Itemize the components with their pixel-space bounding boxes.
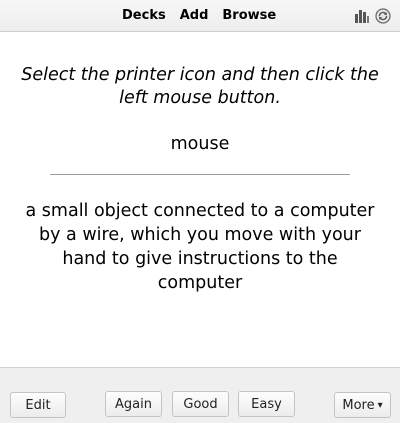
chevron-down-icon: ▾ [377, 399, 383, 411]
top-toolbar: Decks Add Browse [0, 0, 400, 32]
question-word: mouse [170, 134, 230, 154]
nav-browse[interactable]: Browse [222, 8, 276, 24]
stats-icon[interactable] [354, 8, 370, 24]
reviewer-window: Decks Add Browse Select the printer icon… [0, 0, 400, 423]
easy-button[interactable]: Easy [238, 391, 295, 417]
sync-icon[interactable] [375, 8, 391, 24]
card-view: Select the printer icon and then click t… [0, 33, 400, 367]
main-nav: Decks Add Browse [122, 8, 276, 24]
good-button[interactable]: Good [172, 391, 229, 417]
answer-text: a small object connected to a computer b… [25, 201, 375, 293]
nav-decks[interactable]: Decks [122, 8, 166, 24]
answer-divider [50, 174, 350, 175]
more-button[interactable]: More ▾ [334, 392, 391, 418]
again-button[interactable]: Again [105, 391, 162, 417]
nav-add[interactable]: Add [180, 8, 209, 24]
toolbar-icons [354, 8, 391, 24]
edit-button[interactable]: Edit [10, 392, 66, 418]
question-instruction: Select the printer icon and then click t… [21, 65, 379, 108]
bottom-bar: Edit Again Good Easy More ▾ [0, 367, 400, 423]
more-label: More [342, 397, 375, 413]
